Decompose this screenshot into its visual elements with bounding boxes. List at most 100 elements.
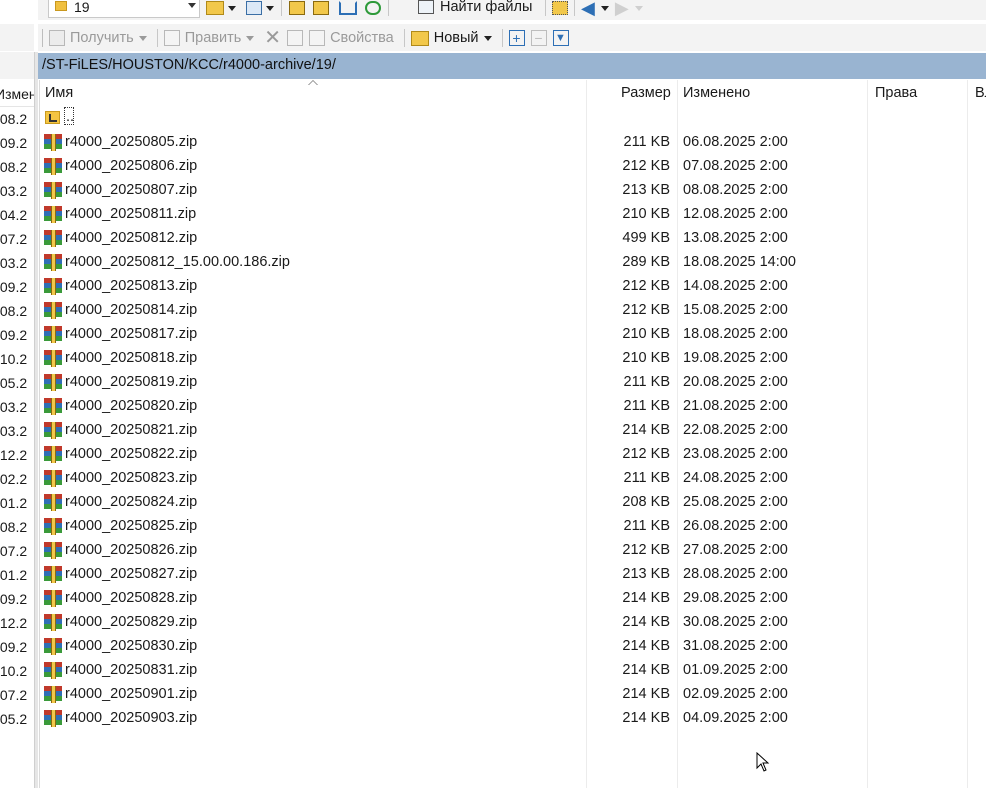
column-header-name[interactable]: Имя [45, 85, 73, 101]
left-list-item[interactable]: .09.2 [0, 591, 27, 607]
file-row[interactable]: r4000_20250825.zip 211 KB 26.08.2025 2:00 [40, 515, 980, 539]
find-files-button[interactable]: Найти файлы [418, 0, 532, 16]
left-list-item[interactable]: .08.2 [0, 519, 27, 535]
left-list-item[interactable]: .02.2 [0, 471, 27, 487]
directory-combobox[interactable]: 19 [48, 0, 200, 18]
left-list-item[interactable]: .03.2 [0, 183, 27, 199]
forward-arrow-icon[interactable]: ▶ [615, 0, 629, 17]
file-row[interactable]: r4000_20250805.zip 211 KB 06.08.2025 2:00 [40, 131, 980, 155]
chevron-down-icon[interactable] [188, 3, 196, 8]
expand-icon[interactable]: + [508, 30, 525, 46]
file-size: 214 KB [622, 710, 670, 726]
file-row[interactable]: r4000_20250818.zip 210 KB 19.08.2025 2:00 [40, 347, 980, 371]
back-arrow-icon[interactable]: ◀ [581, 0, 595, 17]
properties-label: Свойства [330, 30, 394, 46]
file-row[interactable]: r4000_20250812.zip 499 KB 13.08.2025 2:00 [40, 227, 980, 251]
download-button[interactable]: Получить [49, 27, 147, 49]
left-list-item[interactable]: .01.2 [0, 495, 27, 511]
left-list-item[interactable]: .07.2 [0, 687, 27, 703]
left-list-item[interactable]: .10.2 [0, 663, 27, 679]
left-list-item[interactable]: .08.2 [0, 303, 27, 319]
file-row[interactable]: r4000_20250901.zip 214 KB 02.09.2025 2:00 [40, 683, 980, 707]
file-size: 214 KB [622, 614, 670, 630]
file-row[interactable]: r4000_20250820.zip 211 KB 21.08.2025 2:00 [40, 395, 980, 419]
file-row[interactable]: r4000_20250811.zip 210 KB 12.08.2025 2:00 [40, 203, 980, 227]
column-header-rights[interactable]: Права [875, 85, 917, 101]
left-list-item[interactable]: .03.2 [0, 255, 27, 271]
file-name: r4000_20250901.zip [65, 686, 198, 702]
filter-icon[interactable] [246, 1, 262, 15]
path-bar[interactable]: /ST-FiLES/HOUSTON/KCC/r4000-archive/19/ [38, 53, 986, 79]
left-list-item[interactable]: .09.2 [0, 639, 27, 655]
filter-toggle-icon[interactable]: ▼ [552, 30, 569, 46]
left-list-item[interactable]: .10.2 [0, 351, 27, 367]
left-list-item[interactable]: .12.2 [0, 447, 27, 463]
left-list-item[interactable]: .03.2 [0, 399, 27, 415]
refresh-icon[interactable] [365, 1, 381, 15]
parent-dir-icon [45, 111, 60, 124]
file-row[interactable]: r4000_20250831.zip 214 KB 01.09.2025 2:00 [40, 659, 980, 683]
left-list-item[interactable]: .07.2 [0, 231, 27, 247]
file-row[interactable]: r4000_20250822.zip 212 KB 23.08.2025 2:00 [40, 443, 980, 467]
panel-splitter[interactable] [34, 52, 38, 788]
chevron-down-icon[interactable] [266, 5, 274, 11]
file-row[interactable]: r4000_20250903.zip 214 KB 04.09.2025 2:00 [40, 707, 980, 731]
left-list-item[interactable]: .05.2 [0, 711, 27, 727]
new-folder-icon [410, 30, 429, 46]
left-list-item[interactable]: .03.2 [0, 423, 27, 439]
file-name: r4000_20250813.zip [65, 278, 198, 294]
file-row[interactable]: r4000_20250821.zip 214 KB 22.08.2025 2:00 [40, 419, 980, 443]
home-icon[interactable] [339, 1, 357, 15]
left-column-header[interactable]: Изменен [0, 80, 34, 107]
rename-icon[interactable] [287, 30, 304, 46]
file-row[interactable]: r4000_20250812_15.00.00.186.zip 289 KB 18.… [40, 251, 980, 275]
left-list-item[interactable]: .01.2 [0, 567, 27, 583]
parent-directory-row[interactable]: .. [40, 107, 980, 131]
left-list-item[interactable]: .12.2 [0, 615, 27, 631]
file-row[interactable]: r4000_20250819.zip 211 KB 20.08.2025 2:00 [40, 371, 980, 395]
chevron-down-icon[interactable] [228, 5, 236, 11]
file-row[interactable]: r4000_20250827.zip 213 KB 28.08.2025 2:00 [40, 563, 980, 587]
left-list-item[interactable]: .04.2 [0, 207, 27, 223]
file-row[interactable]: r4000_20250814.zip 212 KB 15.08.2025 2:00 [40, 299, 980, 323]
tree-view-icon[interactable] [552, 1, 568, 15]
chevron-down-icon[interactable] [634, 5, 643, 11]
delete-icon[interactable]: ✕ [264, 28, 281, 48]
left-list-item[interactable]: .09.2 [0, 135, 27, 151]
edit-button[interactable]: Править [163, 27, 255, 49]
file-size: 211 KB [623, 374, 671, 390]
file-row[interactable]: r4000_20250817.zip 210 KB 18.08.2025 2:00 [40, 323, 980, 347]
left-list-item[interactable]: .09.2 [0, 279, 27, 295]
archive-icon [44, 350, 62, 367]
column-header-size[interactable]: Размер [621, 85, 671, 101]
file-row[interactable]: r4000_20250823.zip 211 KB 24.08.2025 2:00 [40, 467, 980, 491]
root-directory-icon[interactable] [313, 1, 329, 15]
file-row[interactable]: r4000_20250806.zip 212 KB 07.08.2025 2:00 [40, 155, 980, 179]
file-row[interactable]: r4000_20250826.zip 212 KB 27.08.2025 2:00 [40, 539, 980, 563]
left-list-item[interactable]: .08.2 [0, 111, 27, 127]
chevron-down-icon[interactable] [600, 5, 609, 11]
file-list[interactable]: Имя Размер Изменено Права Вл .. r4000_20… [39, 80, 986, 788]
folder-icon [55, 1, 67, 11]
file-modified: 14.08.2025 2:00 [683, 278, 788, 294]
file-modified: 08.08.2025 2:00 [683, 182, 788, 198]
new-button[interactable]: Новый [410, 27, 492, 49]
properties-button[interactable]: Свойства [309, 27, 394, 49]
file-row[interactable]: r4000_20250828.zip 214 KB 29.08.2025 2:00 [40, 587, 980, 611]
parent-directory-icon[interactable] [289, 1, 305, 15]
file-row[interactable]: r4000_20250824.zip 208 KB 25.08.2025 2:00 [40, 491, 980, 515]
left-list-item[interactable]: .07.2 [0, 543, 27, 559]
column-header-modified[interactable]: Изменено [683, 85, 750, 101]
collapse-icon[interactable]: − [530, 30, 547, 46]
file-row[interactable]: r4000_20250807.zip 213 KB 08.08.2025 2:00 [40, 179, 980, 203]
file-size: 210 KB [622, 206, 670, 222]
left-list-item[interactable]: .05.2 [0, 375, 27, 391]
file-row[interactable]: r4000_20250830.zip 214 KB 31.08.2025 2:00 [40, 635, 980, 659]
file-row[interactable]: r4000_20250829.zip 214 KB 30.08.2025 2:00 [40, 611, 980, 635]
open-folder-icon[interactable] [206, 1, 224, 15]
column-header-owner[interactable]: Вл [975, 85, 986, 101]
left-list-item[interactable]: .08.2 [0, 159, 27, 175]
file-row[interactable]: r4000_20250813.zip 212 KB 14.08.2025 2:00 [40, 275, 980, 299]
file-size: 208 KB [622, 494, 670, 510]
left-list-item[interactable]: .09.2 [0, 327, 27, 343]
